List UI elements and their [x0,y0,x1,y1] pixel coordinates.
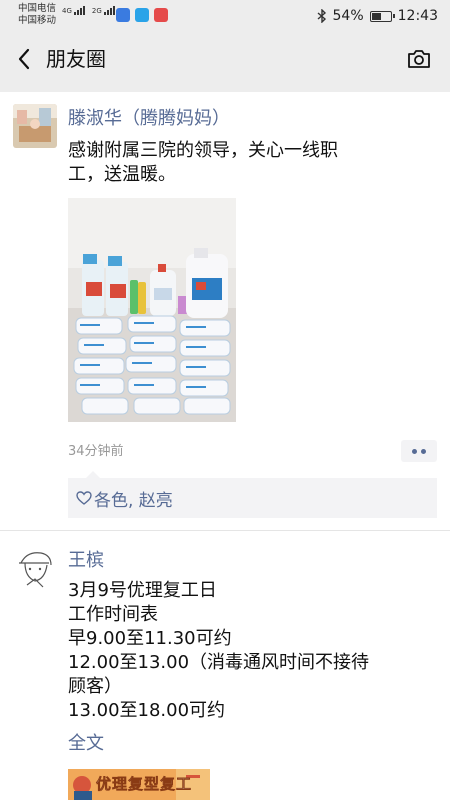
bluetooth-icon [317,9,326,23]
camera-icon [408,50,430,68]
back-button[interactable] [12,45,36,73]
post-time: 34分钟前 [68,444,124,459]
author-name[interactable]: 滕淑华（腾腾妈妈） [68,107,230,131]
full-text-link[interactable]: 全文 [68,732,104,756]
signal-2-icon [103,6,115,15]
status-right: 54% 12:43 [317,8,438,24]
network-1-label: 4G [62,7,72,15]
avatar-sketch-icon [13,547,57,591]
post-divider [0,530,450,531]
camera-button[interactable] [406,46,432,72]
poster-caption: 优理复型复工 [96,775,193,794]
network-signal: 4G 2G [62,6,115,15]
clock: 12:43 [397,8,438,24]
post-image[interactable] [68,198,236,422]
battery-percent: 54% [332,8,364,24]
page-title: 朋友圈 [46,47,106,71]
carrier-info: 中国电信 中国移动 [18,3,56,27]
battery-icon [369,10,395,22]
red-app-icon [154,8,168,22]
signal-1-icon [73,6,85,15]
post-image[interactable]: 优理复型复工 [68,769,210,800]
post-text: 3月9号优理复工日 工作时间表 早9.00至11.30可约 12.00至13.0… [68,580,370,721]
author-name[interactable]: 王槟 [68,549,104,573]
shield-app-icon [116,8,130,22]
network-2-label: 2G [91,7,102,15]
author-avatar[interactable] [13,104,57,148]
moments-feed[interactable]: 滕淑华（腾腾妈妈） 感谢附属三院的领导，关心一线职 工，送温暖。 34分钟前 各… [0,92,450,800]
dot-icon [412,448,417,454]
carrier-1-label: 中国电信 [18,3,57,14]
avatar-photo-icon [13,104,57,148]
likes-panel: 各色, 赵亮 [68,471,437,518]
author-avatar[interactable] [13,547,57,591]
cloud-app-icon [135,8,149,22]
dot-icon [421,448,426,454]
product-photo-icon [68,198,236,422]
top-navbar: 朋友圈 [0,32,450,86]
carrier-2-label: 中国移动 [18,15,57,26]
status-bar: 中国电信 中国移动 4G 2G 54% 12:43 [0,0,450,32]
notification-icons [116,8,168,22]
likes-names[interactable]: 各色, 赵亮 [94,486,173,511]
post-text: 感谢附属三院的领导，关心一线职 工，送温暖。 [68,140,338,185]
chevron-left-icon [18,48,30,70]
comment-like-button[interactable] [401,440,437,462]
heart-icon [76,491,92,505]
